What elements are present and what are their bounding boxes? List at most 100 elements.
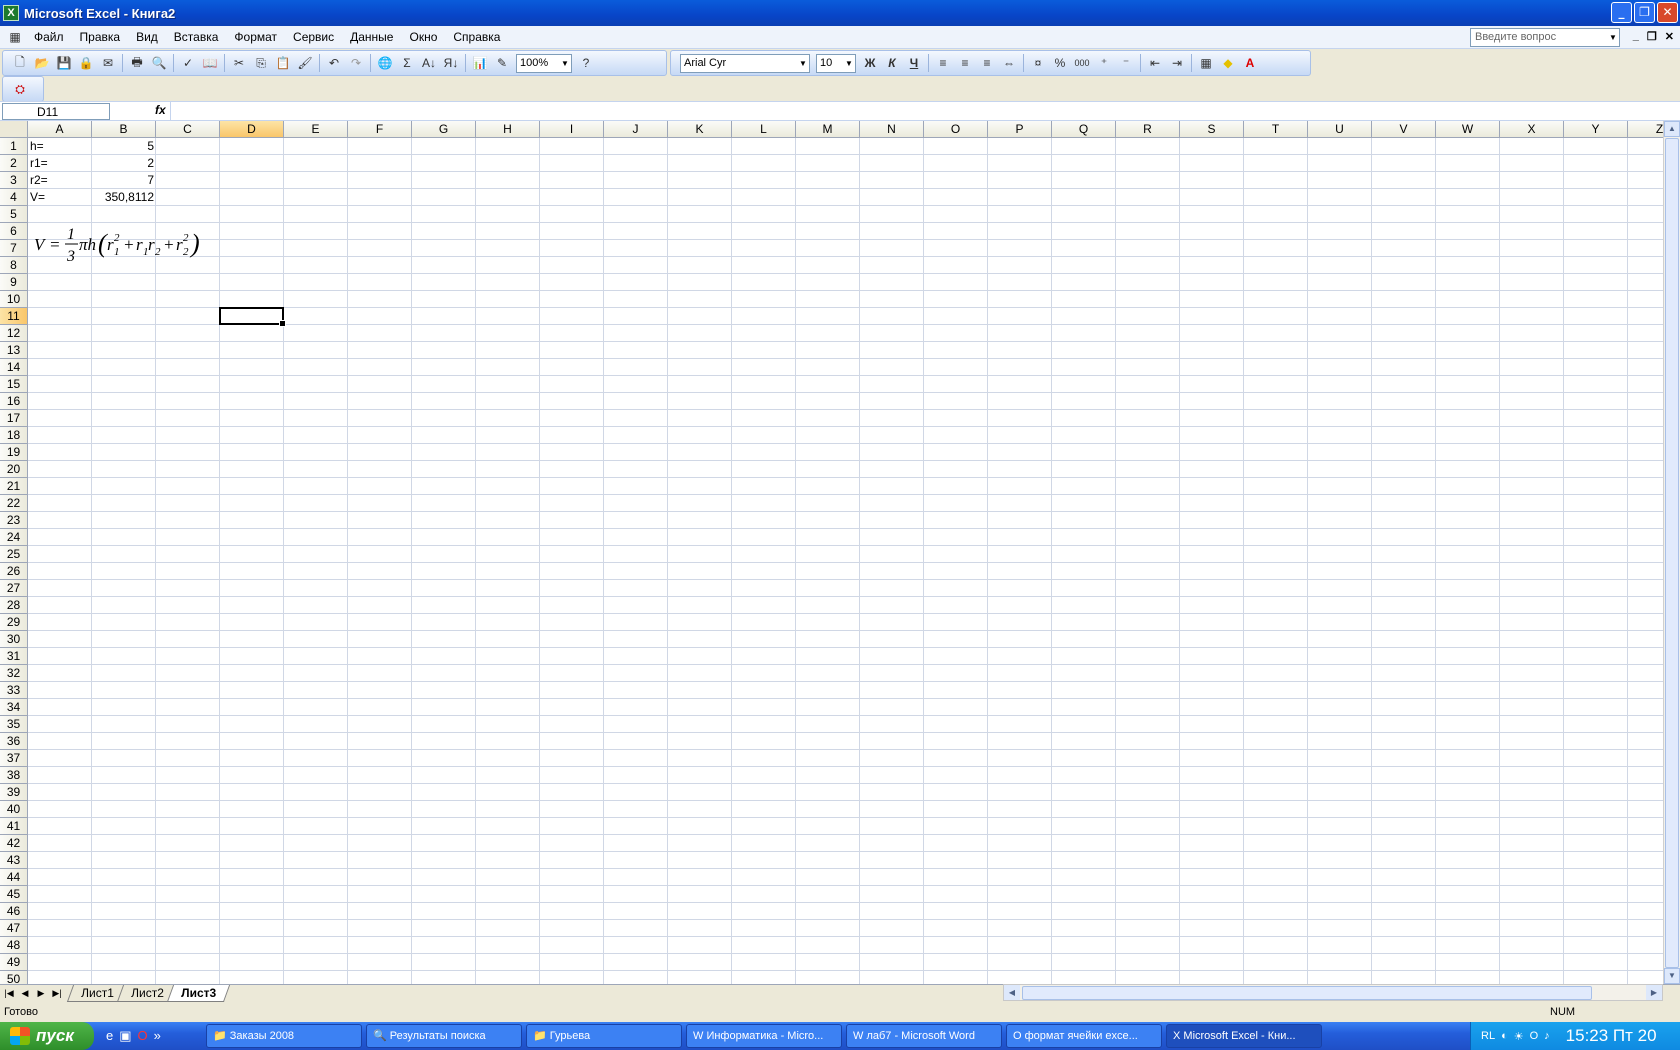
column-header-h[interactable]: H: [476, 121, 540, 138]
print-preview-icon[interactable]: 🔍: [150, 54, 168, 72]
column-header-u[interactable]: U: [1308, 121, 1372, 138]
menu-file[interactable]: Файл: [26, 26, 72, 49]
row-header-46[interactable]: 46: [0, 903, 28, 920]
row-header-48[interactable]: 48: [0, 937, 28, 954]
expand-quick-launch-icon[interactable]: »: [154, 1028, 161, 1044]
row-header-42[interactable]: 42: [0, 835, 28, 852]
row-header-11[interactable]: 11: [0, 308, 28, 325]
currency-icon[interactable]: ¤: [1029, 54, 1047, 72]
chevron-down-icon[interactable]: ▼: [797, 55, 809, 72]
prev-sheet-icon[interactable]: ◀: [18, 986, 32, 1001]
cut-icon[interactable]: ✂: [230, 54, 248, 72]
row-header-36[interactable]: 36: [0, 733, 28, 750]
row-header-4[interactable]: 4: [0, 189, 28, 206]
align-center-icon[interactable]: ≡: [956, 54, 974, 72]
column-header-o[interactable]: O: [924, 121, 988, 138]
row-header-49[interactable]: 49: [0, 954, 28, 971]
column-header-s[interactable]: S: [1180, 121, 1244, 138]
cell-b3[interactable]: 7: [92, 172, 156, 188]
font-size-select[interactable]: 10 ▼: [816, 53, 856, 73]
cell-b1[interactable]: 5: [92, 138, 156, 154]
underline-button[interactable]: Ч: [905, 54, 923, 72]
disk-icon[interactable]: ▣: [119, 1028, 131, 1044]
help-question-input[interactable]: Введите вопрос ▼: [1470, 28, 1620, 47]
row-header-47[interactable]: 47: [0, 920, 28, 937]
row-header-37[interactable]: 37: [0, 750, 28, 767]
zoom-select[interactable]: 100% ▼: [516, 53, 572, 73]
row-header-17[interactable]: 17: [0, 410, 28, 427]
row-header-14[interactable]: 14: [0, 359, 28, 376]
scroll-up-icon[interactable]: ▲: [1664, 121, 1680, 137]
scroll-right-icon[interactable]: ▶: [1646, 985, 1662, 1000]
next-sheet-icon[interactable]: ▶: [34, 986, 48, 1001]
row-header-41[interactable]: 41: [0, 818, 28, 835]
column-header-i[interactable]: I: [540, 121, 604, 138]
sun-icon[interactable]: ☀: [1514, 1030, 1524, 1043]
column-header-n[interactable]: N: [860, 121, 924, 138]
format-painter-icon[interactable]: 🖌: [296, 54, 314, 72]
task-excel[interactable]: X Microsoft Excel - Кни...: [1166, 1024, 1322, 1048]
thousands-button[interactable]: 000: [1073, 54, 1091, 72]
spelling-icon[interactable]: ✓: [179, 54, 197, 72]
row-header-38[interactable]: 38: [0, 767, 28, 784]
row-header-39[interactable]: 39: [0, 784, 28, 801]
sort-asc-icon[interactable]: A↓: [420, 54, 438, 72]
fx-icon[interactable]: fx: [155, 103, 166, 117]
row-header-3[interactable]: 3: [0, 172, 28, 189]
italic-button[interactable]: К: [883, 54, 901, 72]
row-header-44[interactable]: 44: [0, 869, 28, 886]
task-word-lab7[interactable]: W лаб7 - Microsoft Word: [846, 1024, 1002, 1048]
hyperlink-icon[interactable]: 🌐: [376, 54, 394, 72]
column-header-z[interactable]: Z: [1628, 121, 1663, 138]
chevron-down-icon[interactable]: ▼: [559, 55, 571, 72]
doc-close-button[interactable]: ✕: [1665, 30, 1674, 43]
row-header-29[interactable]: 29: [0, 614, 28, 631]
first-sheet-icon[interactable]: |◀: [2, 986, 16, 1001]
row-header-8[interactable]: 8: [0, 257, 28, 274]
menu-insert[interactable]: Вставка: [166, 26, 227, 49]
font-color-icon[interactable]: A: [1241, 54, 1259, 72]
task-folder-guryeva[interactable]: 📁 Гурьева: [526, 1024, 682, 1048]
column-header-y[interactable]: Y: [1564, 121, 1628, 138]
cell-a4[interactable]: V=: [28, 189, 92, 205]
cell-b2[interactable]: 2: [92, 155, 156, 171]
menu-view[interactable]: Вид: [128, 26, 166, 49]
row-header-10[interactable]: 10: [0, 291, 28, 308]
row-header-6[interactable]: 6: [0, 223, 28, 240]
save-icon[interactable]: 💾: [55, 54, 73, 72]
formula-input[interactable]: [170, 102, 1680, 120]
menu-edit[interactable]: Правка: [72, 26, 129, 49]
row-header-35[interactable]: 35: [0, 716, 28, 733]
column-header-t[interactable]: T: [1244, 121, 1308, 138]
column-header-e[interactable]: E: [284, 121, 348, 138]
row-header-34[interactable]: 34: [0, 699, 28, 716]
cell-a2[interactable]: r1=: [28, 155, 92, 171]
scroll-down-icon[interactable]: ▼: [1664, 968, 1680, 984]
name-box[interactable]: D11: [2, 103, 110, 120]
chevron-down-icon[interactable]: ▼: [843, 55, 855, 72]
opera-tray-icon[interactable]: O: [1530, 1030, 1539, 1042]
language-indicator[interactable]: RL: [1481, 1030, 1495, 1042]
task-word-informatika[interactable]: W Информатика - Micro...: [686, 1024, 842, 1048]
task-folder-orders[interactable]: 📁 Заказы 2008: [206, 1024, 362, 1048]
row-header-1[interactable]: 1: [0, 138, 28, 155]
row-header-21[interactable]: 21: [0, 478, 28, 495]
scroll-left-icon[interactable]: ◀: [1004, 985, 1020, 1000]
email-icon[interactable]: ✉: [99, 54, 117, 72]
column-header-l[interactable]: L: [732, 121, 796, 138]
align-left-icon[interactable]: ≡: [934, 54, 952, 72]
ie-icon[interactable]: e: [106, 1028, 113, 1044]
column-header-q[interactable]: Q: [1052, 121, 1116, 138]
align-right-icon[interactable]: ≡: [978, 54, 996, 72]
bold-button[interactable]: Ж: [861, 54, 879, 72]
row-header-27[interactable]: 27: [0, 580, 28, 597]
row-header-15[interactable]: 15: [0, 376, 28, 393]
column-header-w[interactable]: W: [1436, 121, 1500, 138]
column-header-f[interactable]: F: [348, 121, 412, 138]
column-header-v[interactable]: V: [1372, 121, 1436, 138]
row-header-23[interactable]: 23: [0, 512, 28, 529]
permission-icon[interactable]: 🔒: [77, 54, 95, 72]
doc-icon[interactable]: ▦: [6, 28, 24, 46]
merge-center-icon[interactable]: ⇔: [1000, 54, 1018, 72]
chart-wizard-icon[interactable]: 📊: [471, 54, 489, 72]
